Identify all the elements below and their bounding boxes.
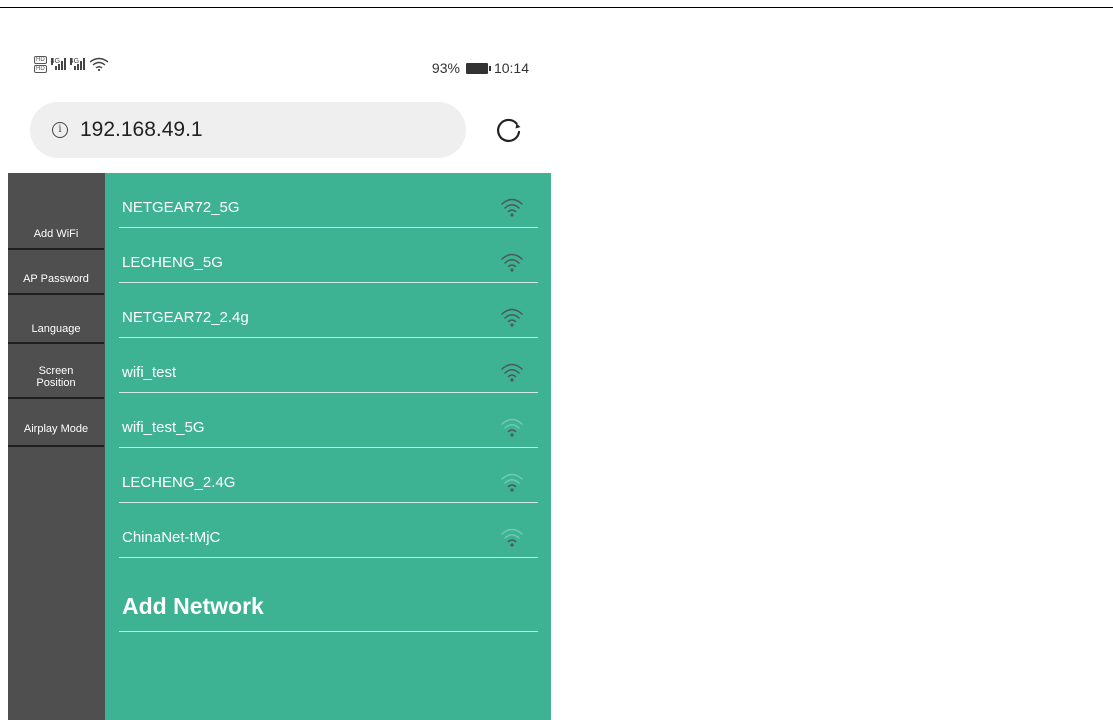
network-name: ChinaNet-tMjC [122, 529, 221, 546]
info-icon[interactable]: i [52, 122, 68, 138]
reload-icon[interactable] [494, 116, 524, 146]
sidebar-item-label: Screen Position [36, 364, 76, 389]
sidebar-item-label: Language [31, 323, 81, 335]
url-text[interactable]: 192.168.49.1 [80, 118, 203, 142]
wifi-signal-icon [501, 308, 523, 327]
sidebar-item-label: Airplay Mode [23, 423, 89, 435]
status-bar-right: 93% 10:14 [432, 60, 529, 76]
sidebar: Add WiFi AP Password Language Screen Pos… [8, 173, 105, 720]
wifi-signal-icon [501, 253, 523, 272]
hd-icon: HD HD [34, 55, 47, 73]
battery-icon [465, 62, 491, 74]
sidebar-item-language[interactable]: Language [8, 308, 104, 344]
address-bar[interactable]: i 192.168.49.1 [30, 102, 466, 158]
network-name: NETGEAR72_5G [122, 199, 240, 216]
wifi-signal-icon [501, 528, 523, 547]
sidebar-item-screen-position[interactable]: Screen Position [8, 354, 104, 399]
network-name: NETGEAR72_2.4g [122, 309, 249, 326]
network-name: wifi_test_5G [122, 419, 205, 436]
wifi-signal-icon [501, 198, 523, 217]
wifi-signal-icon [501, 363, 523, 382]
network-row[interactable]: NETGEAR72_5G [119, 173, 538, 228]
signal-icon: 4G [69, 58, 85, 70]
network-row[interactable]: wifi_test_5G [119, 393, 538, 448]
sidebar-item-ap-password[interactable]: AP Password [8, 259, 104, 295]
network-name: LECHENG_2.4G [122, 474, 236, 491]
add-network-label: Add Network [122, 593, 264, 619]
clock: 10:14 [493, 60, 529, 76]
sidebar-item-label: Add WiFi [33, 228, 79, 240]
network-row[interactable]: ChinaNet-tMjC [119, 503, 538, 558]
wifi-signal-icon [501, 418, 523, 437]
network-row[interactable]: wifi_test [119, 338, 538, 393]
top-border-line [0, 7, 1113, 8]
sidebar-item-airplay-mode[interactable]: Airplay Mode [8, 411, 104, 447]
network-name: LECHENG_5G [122, 254, 223, 271]
network-name: wifi_test [122, 364, 177, 381]
wifi-icon [89, 57, 109, 71]
signal-icon: 4G [50, 58, 66, 70]
status-bar-left: HD HD 4G 4G [34, 53, 109, 75]
network-list-panel: NETGEAR72_5G LECHENG_5G NETGEAR72_2.4gwifi… [105, 173, 551, 720]
add-network-button[interactable]: Add Network [119, 577, 538, 632]
battery-percent: 93% [431, 60, 460, 76]
network-row[interactable]: LECHENG_5G [119, 228, 538, 283]
network-row[interactable]: NETGEAR72_2.4g [119, 283, 538, 338]
wifi-signal-icon [501, 473, 523, 492]
sidebar-item-label: AP Password [23, 273, 89, 285]
network-row[interactable]: LECHENG_2.4G [119, 448, 538, 503]
sidebar-item-add-wifi[interactable]: Add WiFi [8, 216, 104, 250]
